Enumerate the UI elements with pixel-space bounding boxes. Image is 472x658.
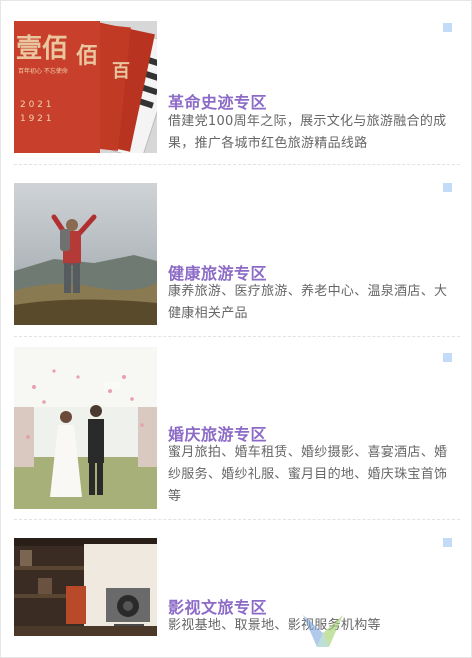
image-overlay-text: 喜婚	[102, 380, 120, 392]
zone-list-panel: 壹佰 佰 百 百年初心 不忘使命 2 0 2 1 1 9 2 1 革命史迹专区 …	[0, 0, 472, 658]
card-wedding-travel[interactable]: 喜婚 婚庆旅游专区 蜜月旅拍、婚车租赁、婚纱摄影、喜宴酒店、婚纱服务、婚纱礼服、…	[14, 347, 460, 513]
corner-marker	[443, 538, 452, 547]
hiker-mountain-image	[14, 183, 157, 325]
poster-subtitle: 百年初心 不忘使命	[18, 67, 68, 75]
svg-text:百: 百	[112, 61, 130, 82]
watermark-logo-icon	[299, 611, 347, 655]
poster-year-bottom: 1 9 2 1	[20, 114, 52, 124]
card-film-culture-travel[interactable]: 影视文旅专区 影视基地、取景地、影视服务机构等	[14, 538, 460, 640]
wedding-ceremony-image: 喜婚	[14, 347, 157, 509]
separator	[14, 164, 460, 165]
card-description: 借建党100周年之际，展示文化与旅游融合的成果，推广各城市红色旅游精品线路	[168, 114, 447, 151]
corner-marker	[443, 183, 452, 192]
svg-text:佰: 佰	[76, 43, 98, 69]
card-title[interactable]: 革命史迹专区	[168, 89, 267, 113]
vintage-cameras-image	[14, 538, 157, 636]
poster-year-top: 2 0 2 1	[20, 100, 52, 110]
card-description: 康养旅游、医疗旅游、养老中心、温泉酒店、大健康相关产品	[168, 284, 448, 321]
card-description: 蜜月旅拍、婚车租赁、婚纱摄影、喜宴酒店、婚纱服务、婚纱礼服、蜜月目的地、婚庆珠宝…	[168, 445, 448, 504]
poster-headline: 壹佰	[16, 34, 68, 64]
card-revolution-history[interactable]: 壹佰 佰 百 百年初心 不忘使命 2 0 2 1 1 9 2 1 革命史迹专区 …	[14, 21, 460, 161]
separator	[14, 519, 460, 520]
corner-marker	[443, 23, 452, 32]
revolution-poster-image: 壹佰 佰 百 百年初心 不忘使命 2 0 2 1 1 9 2 1	[14, 21, 157, 153]
separator	[14, 336, 460, 337]
corner-marker	[443, 353, 452, 362]
card-health-travel[interactable]: 健康旅游专区 康养旅游、医疗旅游、养老中心、温泉酒店、大健康相关产品	[14, 183, 460, 329]
